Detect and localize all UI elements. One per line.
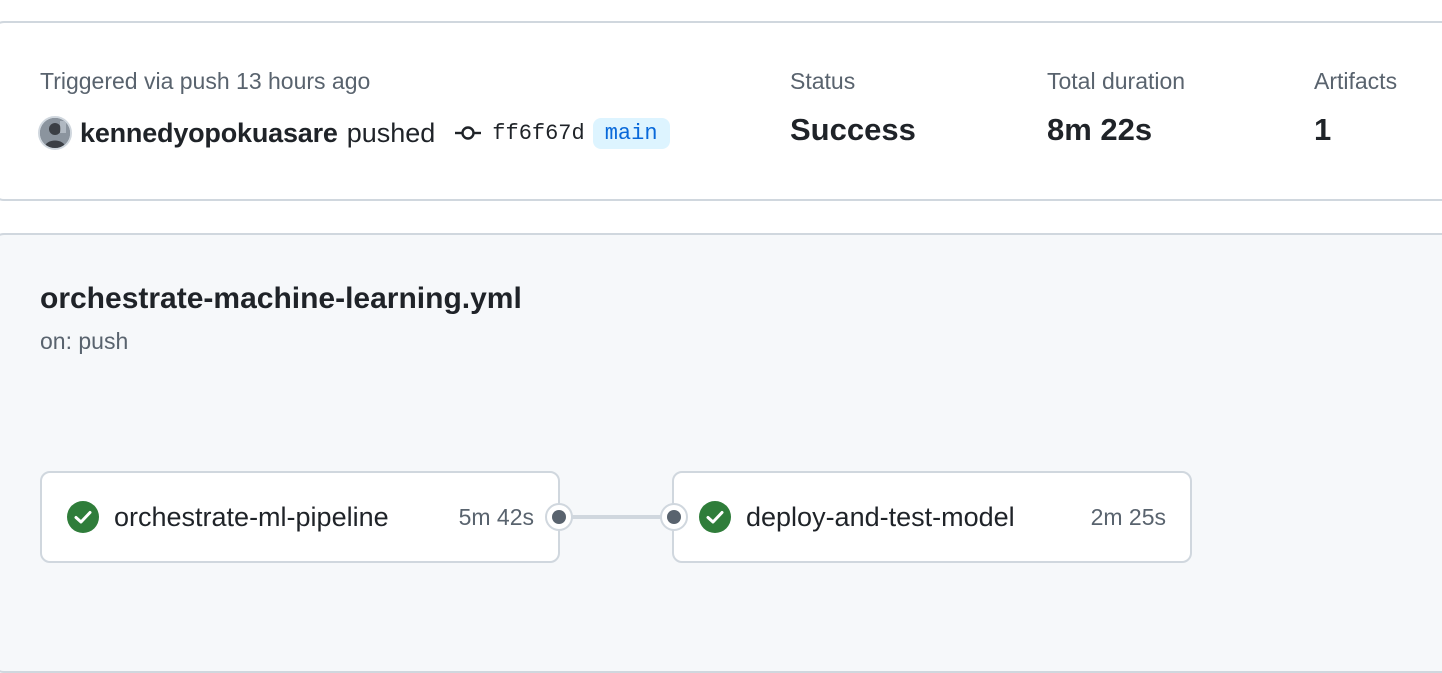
actor-link[interactable]: kennedyopokuasare <box>80 118 338 149</box>
job-output-node <box>545 503 573 531</box>
duration-value: 8m 22s <box>1047 112 1153 147</box>
job-card-orchestrate-ml-pipeline[interactable]: orchestrate-ml-pipeline 5m 42s <box>40 471 560 563</box>
status-label: Status <box>790 68 856 94</box>
avatar[interactable] <box>38 116 72 150</box>
commit-sha-link[interactable]: ff6f67d <box>492 121 584 146</box>
job-duration: 2m 25s <box>1090 503 1166 530</box>
job-name: orchestrate-ml-pipeline <box>114 501 389 532</box>
duration-label: Total duration <box>1047 68 1186 94</box>
status-value: Success <box>790 112 916 147</box>
artifacts-value[interactable]: 1 <box>1314 112 1331 148</box>
artifacts-label: Artifacts <box>1314 68 1398 94</box>
commit-row: kennedyopokuasare pushed ff6f67d main <box>38 114 670 152</box>
job-duration: 5m 42s <box>458 503 534 530</box>
job-name: deploy-and-test-model <box>746 501 1015 532</box>
git-commit-icon <box>454 124 482 142</box>
workflow-trigger: on: push <box>40 328 129 354</box>
action-text: pushed <box>346 117 436 148</box>
job-input-node <box>660 503 688 531</box>
workflow-file-name[interactable]: orchestrate-machine-learning.yml <box>40 282 522 316</box>
check-circle-fill-icon <box>699 501 731 533</box>
job-connector <box>558 515 674 519</box>
trigger-text: Triggered via push 13 hours ago <box>40 68 371 94</box>
check-circle-fill-icon <box>67 501 99 533</box>
run-summary-card <box>0 21 1442 201</box>
job-card-deploy-and-test-model[interactable]: deploy-and-test-model 2m 25s <box>672 471 1192 563</box>
branch-badge[interactable]: main <box>592 117 670 149</box>
